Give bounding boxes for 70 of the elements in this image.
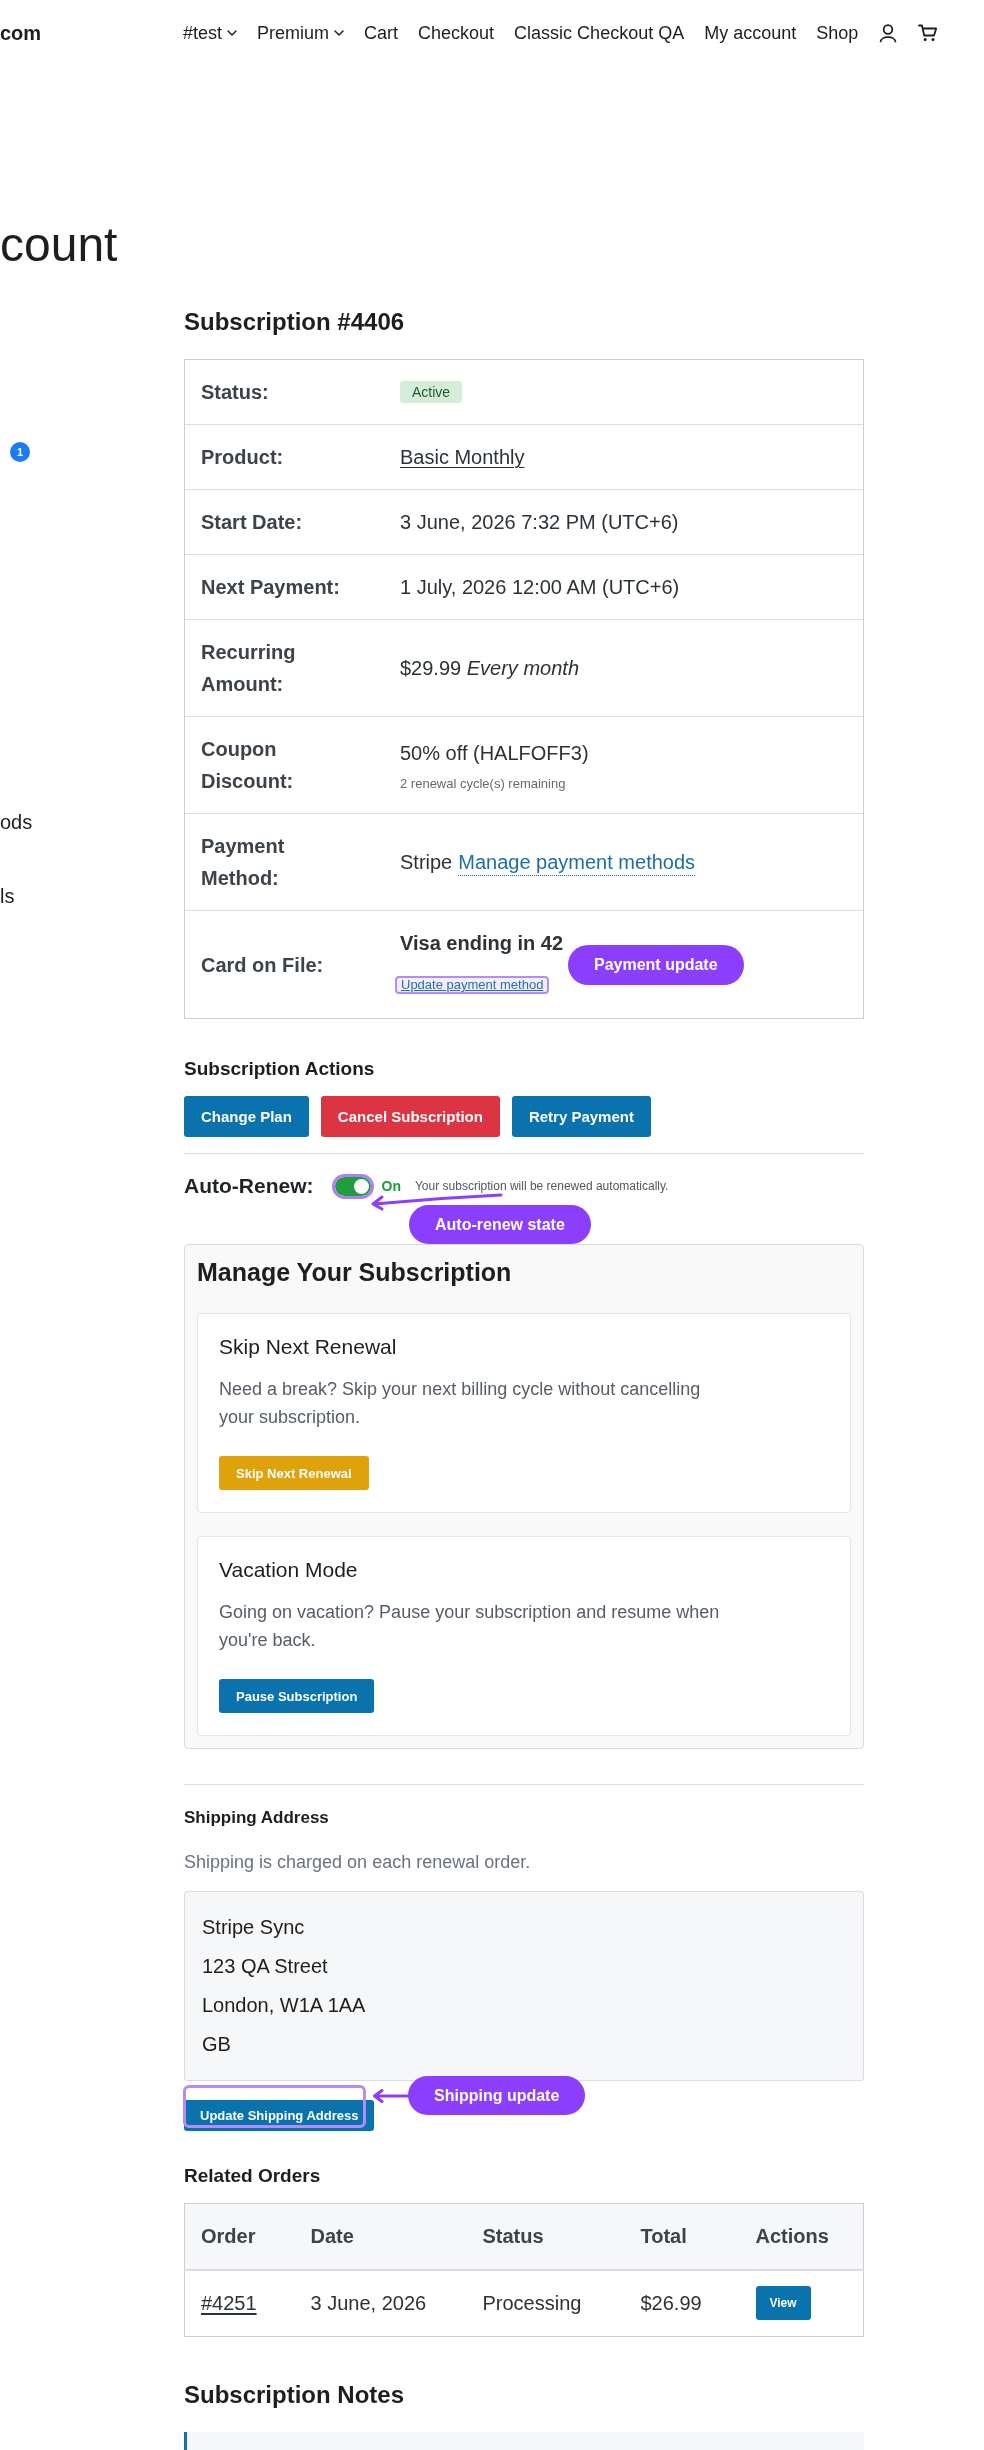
- detail-value: $29.99 Every month: [400, 656, 579, 681]
- section-title: Subscription Actions: [184, 1057, 376, 1081]
- sidebar-link[interactable]: ods: [0, 810, 33, 834]
- page-title: count: [0, 217, 119, 273]
- update-payment-method-link[interactable]: Update payment method: [395, 976, 550, 994]
- cart-icon[interactable]: [918, 24, 939, 42]
- nav-link[interactable]: My account: [704, 22, 797, 44]
- nav-link[interactable]: Checkout: [418, 22, 495, 44]
- detail-label: Status:: [200, 380, 270, 405]
- column-header: Total: [623, 2203, 739, 2270]
- section-title: Shipping Address: [184, 1807, 330, 1829]
- detail-label: Payment Method:: [200, 834, 286, 891]
- card-info: Visa ending in 42: [400, 932, 564, 954]
- auto-renew-toggle[interactable]: [331, 1173, 374, 1199]
- detail-label: Card on File:: [200, 952, 325, 978]
- address-line: 123 QA Street: [202, 1954, 329, 1979]
- detail-label: Next Payment:: [200, 575, 341, 600]
- detail-value: 3 June, 2026 7:32 PM (UTC+6): [400, 510, 679, 535]
- card-title: Vacation Mode: [219, 1557, 359, 1583]
- sidebar-link[interactable]: ls: [0, 884, 15, 908]
- update-shipping-address-button[interactable]: Update Shipping Address: [184, 2100, 375, 2131]
- address-line: Stripe Sync: [202, 1915, 306, 1940]
- section-title: Related Orders: [184, 2164, 322, 2188]
- nav-link[interactable]: Premium: [257, 22, 345, 44]
- coupon-note: 2 renewal cycle(s) remaining: [400, 775, 566, 793]
- toggle-state-text: On: [381, 1178, 401, 1194]
- nav-link[interactable]: Shop: [816, 22, 859, 44]
- annotation-bubble: Auto-renew state: [409, 1205, 591, 1244]
- table-cell: $26.99: [623, 2269, 739, 2337]
- subscription-title: Subscription #4406: [184, 307, 406, 337]
- view-button[interactable]: View: [755, 2286, 811, 2321]
- coupon-value: 50% off (HALFOFF3): [400, 741, 589, 766]
- column-header: Actions: [738, 2203, 864, 2270]
- detail-value: 1 July, 2026 12:00 AM (UTC+6): [400, 575, 680, 600]
- card-description: Need a break? Skip your next billing cycle without cancelling your subscription.: [219, 1378, 702, 1429]
- auto-renew-description: Your subscription will be renewed automatically.: [414, 1179, 669, 1193]
- payment-gateway: Stripe: [400, 850, 453, 875]
- shipping-note: Shipping is charged on each renewal order.: [184, 1851, 532, 1874]
- card-title: Skip Next Renewal: [219, 1334, 398, 1360]
- detail-label: Product:: [200, 445, 285, 470]
- annotation-bubble: Shipping update: [408, 2076, 586, 2115]
- table-cell: Processing: [465, 2269, 624, 2337]
- address-line: GB: [202, 2032, 232, 2057]
- order-link[interactable]: #4251: [201, 2291, 257, 2314]
- column-header: Order: [184, 2203, 294, 2270]
- count-badge: 1: [10, 442, 30, 462]
- panel-title: Manage Your Subscription: [197, 1257, 513, 1287]
- action-button[interactable]: Retry Payment: [511, 1096, 651, 1137]
- card-description: Going on vacation? Pause your subscription and resume when you're back.: [219, 1601, 721, 1652]
- address-line: London, W1A 1AA: [202, 1993, 367, 2018]
- site-title[interactable]: com: [0, 21, 183, 45]
- column-header: Status: [465, 2203, 624, 2270]
- auto-renew-label: Auto-Renew:: [184, 1174, 314, 1198]
- user-icon[interactable]: [878, 23, 899, 43]
- annotation-bubble: Payment update: [568, 945, 744, 985]
- detail-label: Start Date:: [200, 510, 304, 535]
- action-button[interactable]: Change Plan: [184, 1096, 309, 1137]
- action-button[interactable]: Cancel Subscription: [320, 1096, 500, 1137]
- column-header: Date: [293, 2203, 466, 2270]
- status-badge: Active: [400, 381, 463, 403]
- table-cell: 3 June, 2026: [293, 2269, 466, 2337]
- product-link[interactable]: Basic Monthly: [400, 441, 525, 473]
- card-action-button[interactable]: Pause Subscription: [219, 1679, 375, 1713]
- nav-link[interactable]: Classic Checkout QA: [514, 22, 685, 44]
- detail-label: Recurring Amount:: [200, 640, 297, 697]
- nav-link[interactable]: #test: [183, 22, 238, 44]
- manage-payment-methods-link[interactable]: Manage payment methods: [458, 849, 696, 876]
- detail-label: Coupon Discount:: [200, 737, 295, 794]
- section-title: Subscription Notes: [184, 2380, 406, 2410]
- nav-link[interactable]: Cart: [364, 22, 399, 44]
